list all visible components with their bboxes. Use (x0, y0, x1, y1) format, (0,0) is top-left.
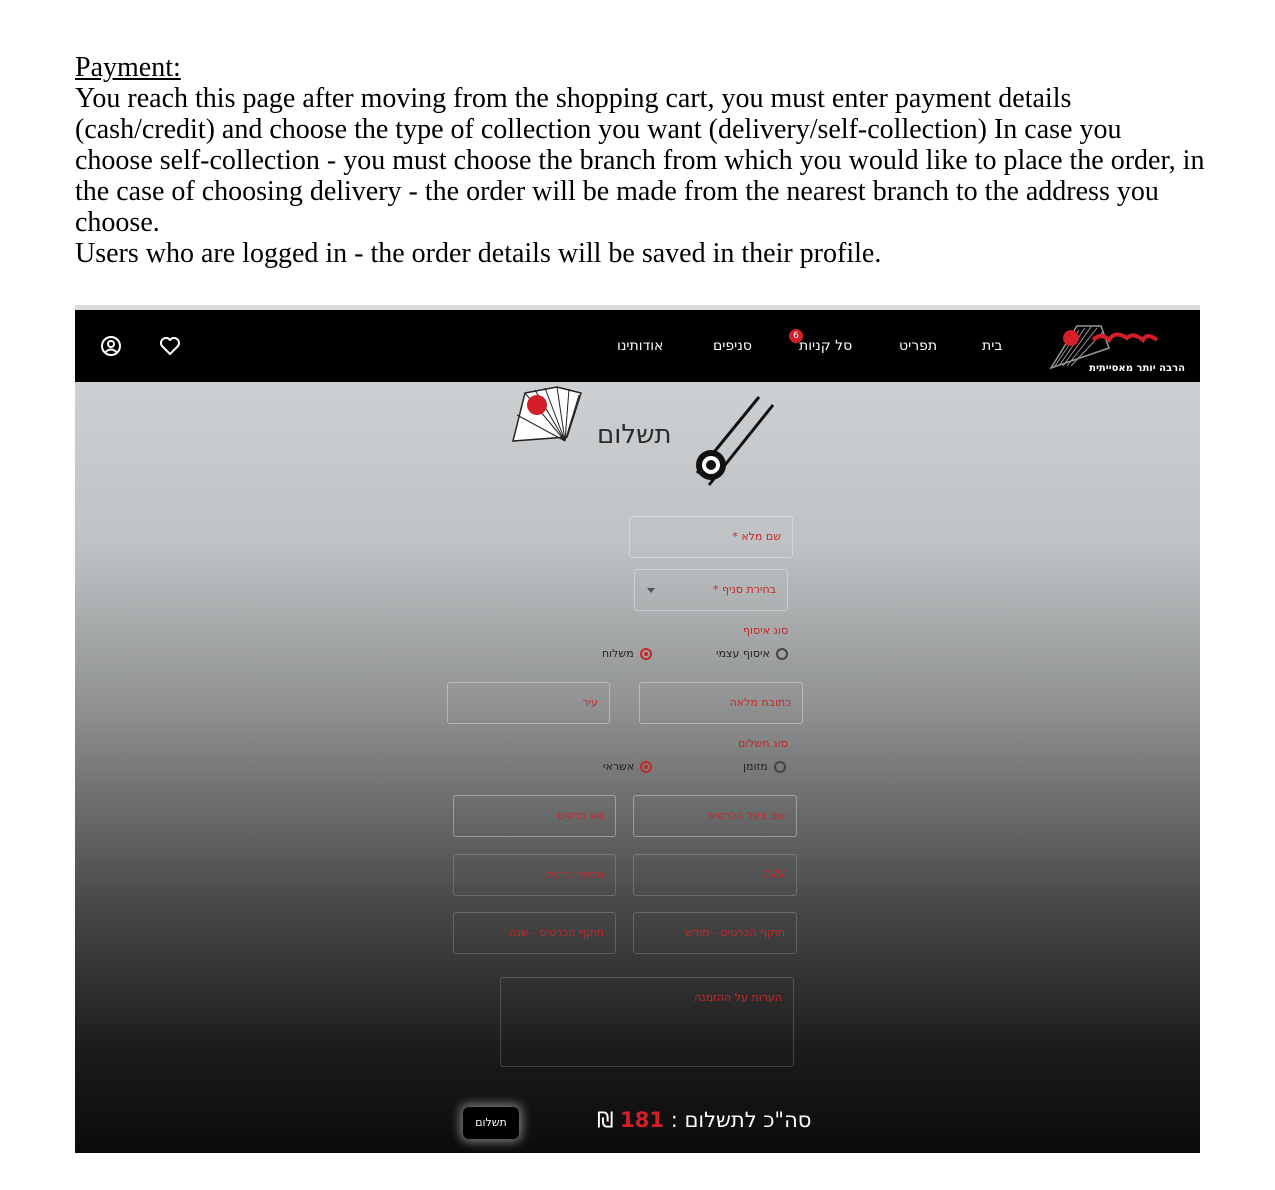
branch-select[interactable]: בחירת סניף * (634, 569, 788, 611)
doc-heading: Payment: (75, 52, 181, 83)
order-notes-field[interactable]: הערות על ההזמנה (500, 977, 794, 1067)
full-name-field[interactable]: שם מלא * (629, 516, 793, 558)
card-holder-field[interactable]: שם בעל הכרטיס (633, 795, 797, 837)
nav-about[interactable]: אודותינו (617, 338, 663, 354)
total-label: סה"כ לתשלום : (670, 1108, 812, 1132)
card-type-field[interactable]: סוג כרטיס (453, 795, 616, 837)
logo-tagline: הרבה יותר מאסייתית (1089, 363, 1185, 374)
radio-self-collection[interactable]: איסוף עצמי (716, 647, 788, 660)
nav-cart[interactable]: סל קניות (799, 338, 852, 354)
radio-credit[interactable]: אשראי (603, 760, 653, 773)
expiry-month-field[interactable]: תוקף הכרטיס - חודש (633, 912, 797, 954)
sushi-chopsticks-icon (695, 396, 775, 486)
cvv-field[interactable]: CVV (633, 854, 797, 896)
document-text: Payment: You reach this page after movin… (75, 52, 1205, 269)
radio-circle (773, 760, 786, 773)
collection-type-label: סוג איסוף (743, 624, 789, 637)
radio-label: איסוף עצמי (716, 647, 770, 660)
total-amount: 181 (620, 1108, 664, 1132)
user-icon[interactable] (99, 334, 123, 358)
logo[interactable]: הרבה יותר מאסייתית (1049, 318, 1195, 374)
branch-select-label: בחירת סניף * (713, 583, 776, 596)
page-title: תשלום (597, 420, 672, 450)
radio-label: מזומן (743, 760, 768, 773)
pay-button[interactable]: תשלום (463, 1107, 519, 1139)
chevron-down-icon (647, 588, 655, 593)
cart-badge: 6 (789, 329, 803, 343)
nav-menu[interactable]: תפריט (899, 338, 937, 354)
radio-circle (639, 647, 652, 660)
payment-type-label: סוג תשלום (738, 737, 788, 750)
card-number-field[interactable]: מספר כרטיס (453, 854, 616, 896)
radio-circle (775, 647, 788, 660)
doc-paragraph: Users who are logged in - the order deta… (75, 238, 882, 269)
payment-page-screenshot: הרבה יותר מאסייתית בית תפריט סל קניות 6 … (75, 305, 1200, 1153)
radio-label: אשראי (603, 760, 635, 773)
address-field[interactable]: כתובת מלאה (639, 682, 803, 724)
expiry-year-field[interactable]: תוקף הכרטיס - שנה (453, 912, 616, 954)
city-field[interactable]: עיר (447, 682, 610, 724)
nav-branches[interactable]: סניפים (713, 338, 752, 354)
radio-delivery[interactable]: משלוח (602, 647, 652, 660)
heart-icon[interactable] (158, 334, 182, 358)
fan-icon (512, 386, 582, 442)
currency-symbol: ₪ (597, 1108, 614, 1132)
navbar: הרבה יותר מאסייתית בית תפריט סל קניות 6 … (75, 310, 1200, 382)
radio-label: משלוח (602, 647, 634, 660)
nav-home[interactable]: בית (982, 338, 1002, 354)
radio-cash[interactable]: מזומן (743, 760, 786, 773)
doc-paragraph: You reach this page after moving from th… (75, 83, 1205, 238)
radio-circle (640, 760, 653, 773)
order-total: סה"כ לתשלום : 181 ₪ (597, 1108, 811, 1132)
